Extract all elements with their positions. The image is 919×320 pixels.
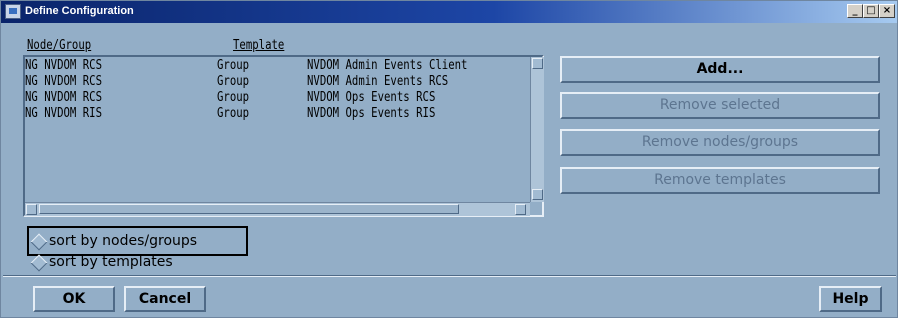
list-item-node: NG NVDOM RCS <box>25 90 103 105</box>
list-item-node: NG NVDOM RIS <box>25 106 103 121</box>
configuration-list[interactable]: NG NVDOM RCS Group NVDOM Admin Events Cl… <box>23 55 544 217</box>
footer-separator <box>3 275 896 277</box>
horizontal-scroll-thumb[interactable] <box>39 204 459 214</box>
list-item-type: Group <box>217 106 250 121</box>
close-button[interactable]: × <box>879 4 895 18</box>
title-bar[interactable]: Define Configuration _ □ × <box>1 1 897 23</box>
remove-selected-button[interactable]: Remove selected <box>560 92 880 119</box>
add-button[interactable]: Add... <box>560 56 880 83</box>
list-item-node: NG NVDOM RCS <box>25 74 103 89</box>
app-window-icon <box>5 4 21 19</box>
list-item-template: NVDOM Ops Events RIS <box>307 106 436 121</box>
maximize-button[interactable]: □ <box>863 4 879 18</box>
column-header-template[interactable]: Template <box>233 38 284 53</box>
scroll-left-arrow-icon[interactable] <box>26 204 37 215</box>
scroll-down-arrow-icon[interactable] <box>532 189 543 200</box>
horizontal-scrollbar[interactable] <box>25 202 530 216</box>
list-item-node: NG NVDOM RCS <box>25 58 103 73</box>
list-item-type: Group <box>217 74 250 89</box>
scroll-up-arrow-icon[interactable] <box>532 58 543 69</box>
remove-nodes-groups-button[interactable]: Remove nodes/groups <box>560 129 880 156</box>
radio-diamond-icon <box>30 254 48 272</box>
list-item-type: Group <box>217 58 250 73</box>
list-item-template: NVDOM Ops Events RCS <box>307 90 436 105</box>
help-button[interactable]: Help <box>819 286 882 312</box>
column-header-node-group[interactable]: Node/Group <box>27 38 91 53</box>
list-item-template: NVDOM Admin Events RCS <box>307 74 449 89</box>
scroll-right-arrow-icon[interactable] <box>515 204 526 215</box>
ok-button[interactable]: OK <box>33 286 115 312</box>
cancel-button[interactable]: Cancel <box>124 286 206 312</box>
window-title: Define Configuration <box>25 5 134 17</box>
vertical-scrollbar[interactable] <box>530 57 544 202</box>
remove-templates-button[interactable]: Remove templates <box>560 167 880 194</box>
define-configuration-dialog: Define Configuration _ □ × Node/Group Te… <box>0 0 898 318</box>
list-item-template: NVDOM Admin Events Client <box>307 58 468 73</box>
minimize-button[interactable]: _ <box>847 4 863 18</box>
list-item-type: Group <box>217 90 250 105</box>
radio-label: sort by templates <box>49 254 173 270</box>
radio-label: sort by nodes/groups <box>49 233 198 249</box>
